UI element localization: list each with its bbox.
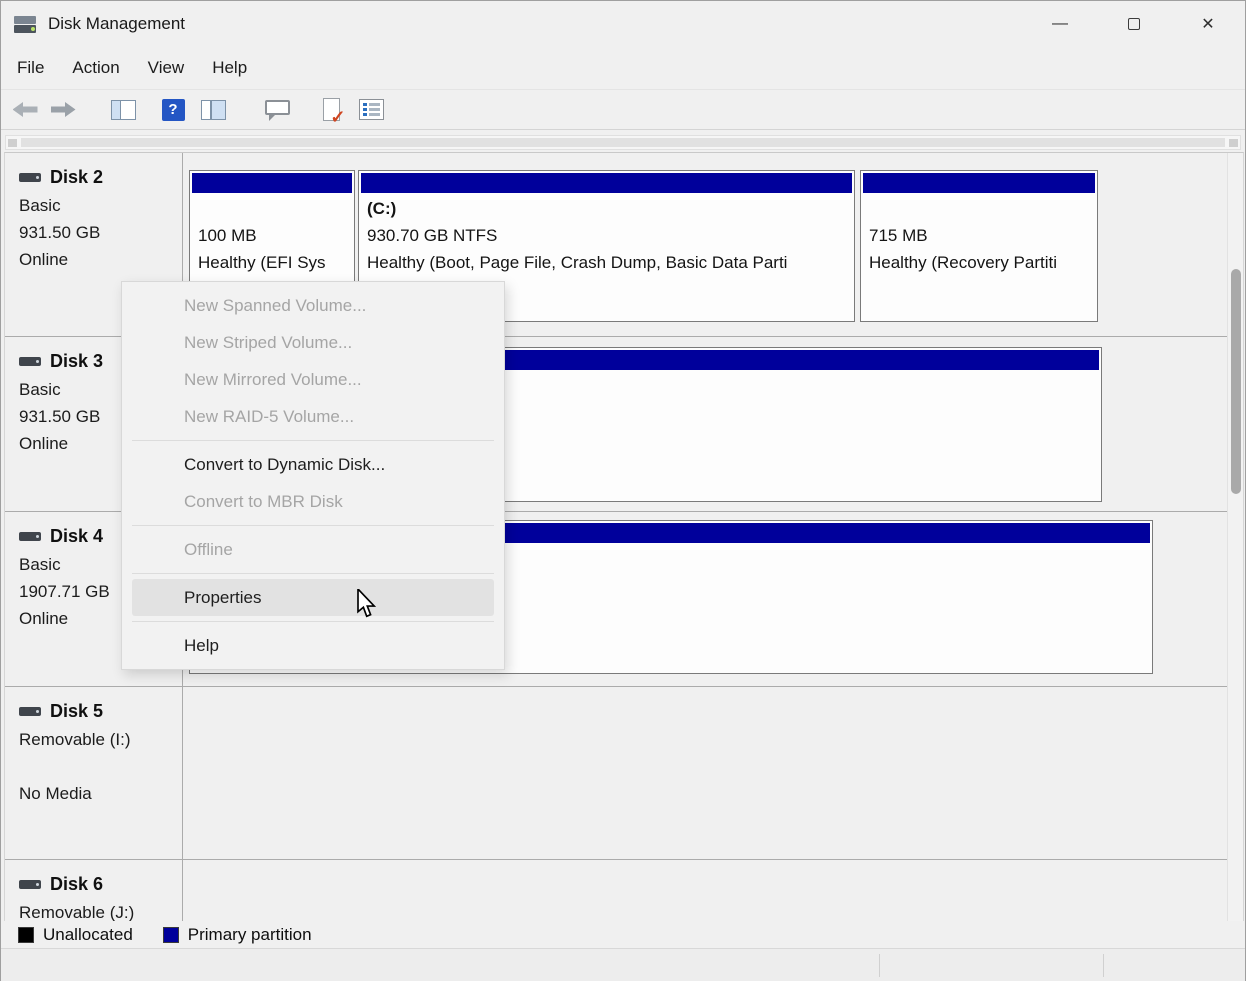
properties-list-icon — [359, 99, 384, 120]
window-title: Disk Management — [48, 14, 185, 34]
close-icon: ✕ — [1201, 14, 1214, 34]
disk6-header[interactable]: Disk 6 Removable (J:) — [5, 860, 183, 921]
context-menu-item-new-raid5-volume: New RAID-5 Volume... — [122, 398, 504, 435]
disk-name: Disk 3 — [50, 351, 103, 372]
disk-size: 931.50 GB — [19, 219, 182, 246]
horizontal-scroll-thumb[interactable] — [21, 138, 1225, 147]
title-bar: Disk Management — ✕ — [1, 1, 1245, 47]
context-menu-item-new-spanned-volume: New Spanned Volume... — [122, 287, 504, 324]
window-controls: — ✕ — [1023, 1, 1245, 47]
console-tree-icon — [111, 100, 136, 120]
menu-help[interactable]: Help — [198, 47, 261, 89]
partition-recovery[interactable]: 715 MB Healthy (Recovery Partiti — [860, 170, 1098, 322]
partition-size: 715 MB — [869, 222, 1089, 249]
primary-partition-swatch — [163, 927, 179, 943]
properties-tool-button[interactable] — [353, 93, 389, 126]
disk-row-disk6: Disk 6 Removable (J:) — [5, 860, 1229, 921]
disk-status: Online — [19, 246, 182, 273]
legend-bar: Unallocated Primary partition — [4, 921, 1244, 948]
document-check-icon: ✓ — [323, 98, 340, 121]
context-menu-item-new-mirrored-volume: New Mirrored Volume... — [122, 361, 504, 398]
disk-row-disk5: Disk 5 Removable (I:) No Media — [5, 687, 1229, 860]
menu-bar: File Action View Help — [1, 47, 1245, 89]
partition-color-band — [863, 173, 1095, 193]
status-separator — [879, 954, 880, 977]
unallocated-swatch — [18, 927, 34, 943]
legend-label: Unallocated — [43, 925, 133, 945]
horizontal-scrollbar[interactable] — [5, 135, 1241, 150]
maximize-icon — [1128, 18, 1140, 30]
context-menu-item-convert-to-mbr-disk: Convert to MBR Disk — [122, 483, 504, 520]
context-menu-separator — [132, 573, 494, 574]
disk-type: Removable (J:) — [19, 899, 182, 921]
disk-status: No Media — [19, 780, 182, 807]
action-menu-button[interactable] — [259, 93, 295, 126]
drive-icon — [19, 357, 41, 366]
drive-icon — [19, 173, 41, 182]
context-menu-separator — [132, 525, 494, 526]
disk-name: Disk 2 — [50, 167, 103, 188]
partition-size: 100 MB — [198, 222, 346, 249]
context-menu-item-help[interactable]: Help — [122, 627, 504, 664]
menu-view[interactable]: View — [134, 47, 199, 89]
minimize-icon: — — [1052, 15, 1068, 33]
partition-label — [869, 195, 1089, 222]
context-menu-item-offline: Offline — [122, 531, 504, 568]
help-button[interactable]: ? — [155, 93, 191, 126]
disk-size — [19, 753, 182, 780]
drive-icon — [19, 880, 41, 889]
forward-button[interactable] — [45, 93, 81, 126]
disk-type: Removable (I:) — [19, 726, 182, 753]
scroll-right-arrow-icon[interactable] — [1229, 139, 1238, 147]
legend-item-primary-partition: Primary partition — [163, 925, 312, 945]
context-menu-separator — [132, 440, 494, 441]
back-arrow-icon — [13, 102, 38, 117]
drive-icon — [19, 707, 41, 716]
partition-color-band — [192, 173, 352, 193]
show-action-pane-button[interactable] — [195, 93, 231, 126]
menu-action[interactable]: Action — [58, 47, 133, 89]
legend-item-unallocated: Unallocated — [18, 925, 133, 945]
toolbar: ? ✓ — [1, 89, 1245, 130]
disk-management-app-icon — [14, 14, 38, 34]
partition-size: 930.70 GB NTFS — [367, 222, 846, 249]
scroll-left-arrow-icon[interactable] — [8, 139, 17, 147]
disk-type: Basic — [19, 192, 182, 219]
legend-label: Primary partition — [188, 925, 312, 945]
disk-name: Disk 6 — [50, 874, 103, 895]
drive-icon — [19, 532, 41, 541]
vertical-scroll-thumb[interactable] — [1231, 269, 1241, 494]
partition-health: Healthy (Recovery Partiti — [869, 249, 1089, 276]
menu-file[interactable]: File — [3, 47, 58, 89]
close-button[interactable]: ✕ — [1171, 1, 1245, 47]
partition-color-band — [361, 173, 852, 193]
disk-management-window: Disk Management — ✕ File Action View Hel… — [0, 0, 1246, 981]
forward-arrow-icon — [51, 102, 76, 117]
status-separator — [1103, 954, 1104, 977]
partition-health: Healthy (EFI Sys — [198, 249, 346, 276]
disk-context-menu: New Spanned Volume... New Striped Volume… — [121, 281, 505, 670]
context-menu-item-convert-to-dynamic-disk[interactable]: Convert to Dynamic Disk... — [122, 446, 504, 483]
maximize-button[interactable] — [1097, 1, 1171, 47]
partition-label: (C:) — [367, 195, 846, 222]
minimize-button[interactable]: — — [1023, 1, 1097, 47]
disk-name: Disk 4 — [50, 526, 103, 547]
show-console-tree-button[interactable] — [105, 93, 141, 126]
disk-name: Disk 5 — [50, 701, 103, 722]
vertical-scrollbar[interactable] — [1227, 153, 1243, 921]
disk5-header[interactable]: Disk 5 Removable (I:) No Media — [5, 687, 183, 859]
context-menu-separator — [132, 621, 494, 622]
action-pane-icon — [201, 100, 226, 120]
context-menu-item-new-striped-volume: New Striped Volume... — [122, 324, 504, 361]
check-disk-button[interactable]: ✓ — [313, 93, 349, 126]
help-icon: ? — [162, 99, 185, 121]
mouse-cursor — [356, 589, 378, 619]
partition-label — [198, 195, 346, 222]
partition-health: Healthy (Boot, Page File, Crash Dump, Ba… — [367, 249, 846, 276]
balloon-icon — [265, 100, 290, 115]
back-button[interactable] — [7, 93, 43, 126]
status-bar — [1, 948, 1245, 981]
context-menu-item-properties[interactable]: Properties — [132, 579, 494, 616]
